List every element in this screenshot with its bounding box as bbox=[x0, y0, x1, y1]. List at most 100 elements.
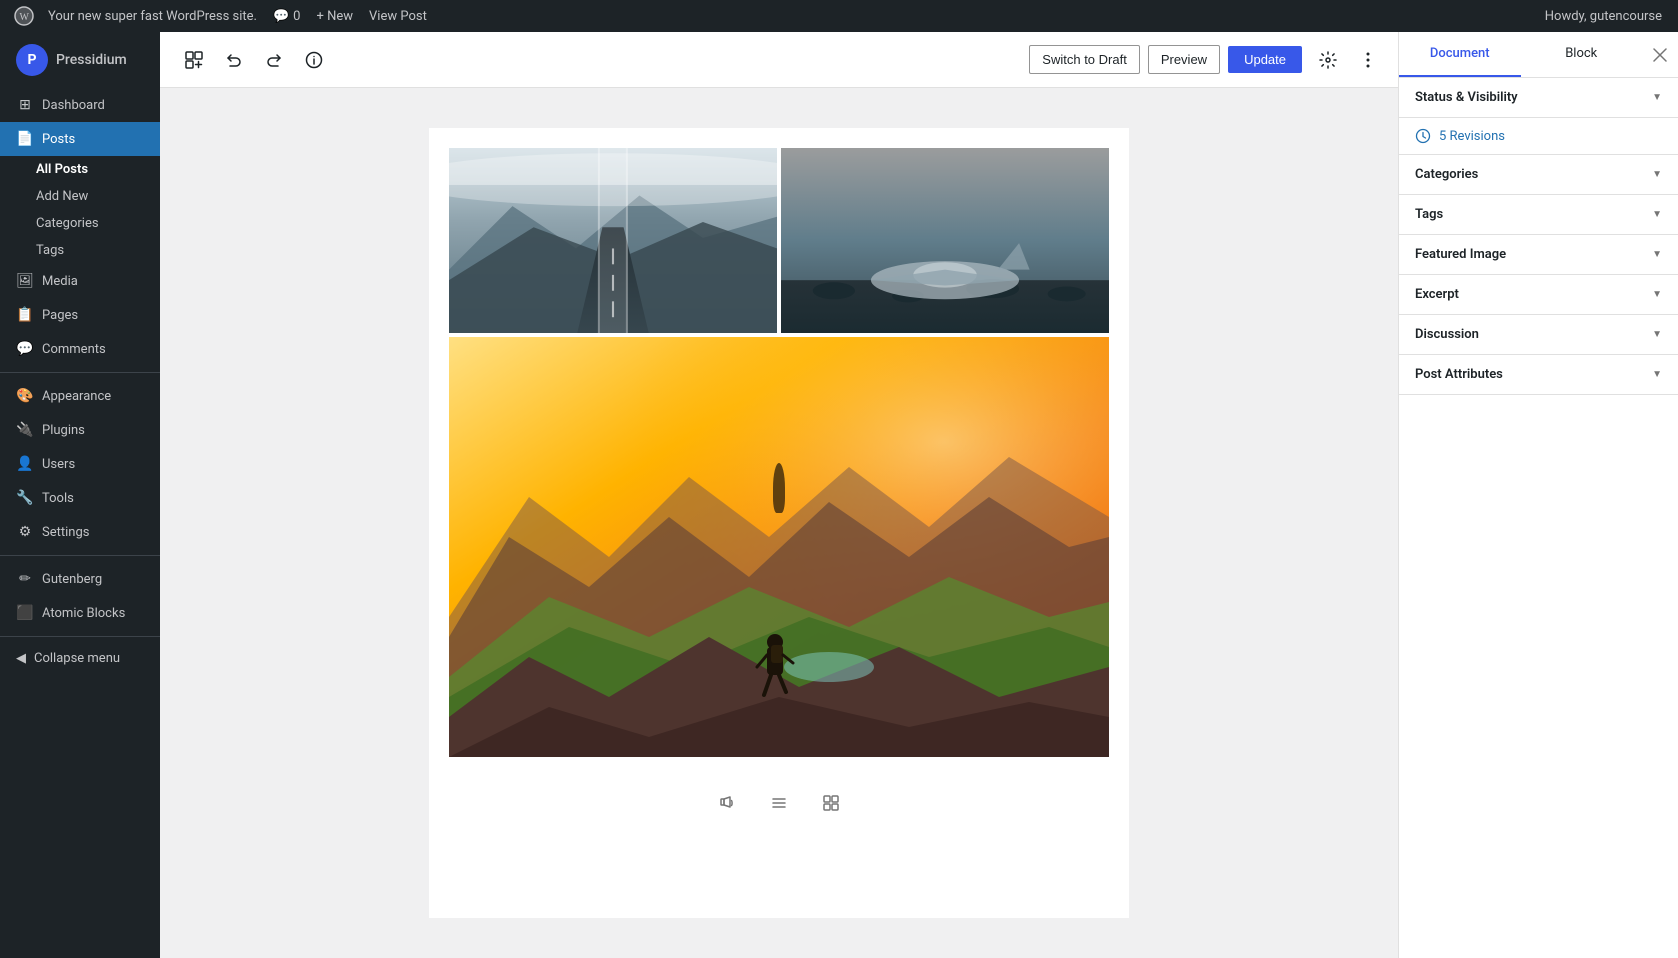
discussion-label: Discussion bbox=[1415, 327, 1479, 342]
gallery-bottom-bar bbox=[429, 767, 1129, 839]
sidebar-sub-all-posts[interactable]: All Posts bbox=[0, 156, 160, 183]
sidebar-sub-categories[interactable]: Categories bbox=[0, 210, 160, 237]
section-revisions: 5 Revisions bbox=[1399, 118, 1678, 155]
post-attributes-header[interactable]: Post Attributes ▼ bbox=[1399, 355, 1678, 394]
add-block-button[interactable] bbox=[176, 42, 212, 78]
featured-image-header[interactable]: Featured Image ▼ bbox=[1399, 235, 1678, 274]
tools-icon: 🔧 bbox=[16, 489, 34, 507]
sidebar-brand[interactable]: P Pressidium bbox=[0, 32, 160, 88]
dashboard-icon: ⊞ bbox=[16, 96, 34, 114]
sidebar-item-media[interactable]: 🖼 Media bbox=[0, 264, 160, 298]
sidebar-item-label: Pages bbox=[42, 308, 78, 323]
add-new-label: Add New bbox=[36, 189, 88, 204]
hiker-image-placeholder bbox=[449, 337, 1109, 757]
settings-button[interactable] bbox=[1310, 42, 1346, 78]
editor-toolbar: Switch to Draft Preview Update bbox=[160, 32, 1398, 88]
sidebar-item-gutenberg[interactable]: ✏ Gutenberg bbox=[0, 562, 160, 596]
update-button[interactable]: Update bbox=[1228, 46, 1302, 73]
posts-icon: 📄 bbox=[16, 130, 34, 148]
categories-header[interactable]: Categories ▼ bbox=[1399, 155, 1678, 194]
gallery-icon-button[interactable] bbox=[815, 787, 847, 819]
hiker-image-container bbox=[429, 333, 1129, 757]
howdy-text: Howdy, gutencourse bbox=[1545, 9, 1662, 24]
sidebar-item-settings[interactable]: ⚙ Settings bbox=[0, 515, 160, 549]
comment-icon: 💬 bbox=[273, 9, 289, 24]
sidebar-item-plugins[interactable]: 🔌 Plugins bbox=[0, 413, 160, 447]
preview-label: Preview bbox=[1161, 52, 1207, 67]
svg-text:W: W bbox=[20, 12, 30, 23]
status-visibility-header[interactable]: Status & Visibility ▼ bbox=[1399, 78, 1678, 117]
sidebar-item-label: Comments bbox=[42, 342, 106, 357]
adminbar-comments[interactable]: 💬 0 bbox=[265, 0, 309, 32]
close-panel-button[interactable] bbox=[1642, 37, 1678, 73]
post-attributes-label: Post Attributes bbox=[1415, 367, 1503, 382]
sidebar-item-label: Dashboard bbox=[42, 98, 105, 113]
document-tab-label: Document bbox=[1430, 46, 1490, 61]
excerpt-chevron-icon: ▼ bbox=[1652, 289, 1662, 300]
section-tags: Tags ▼ bbox=[1399, 195, 1678, 235]
sidebar-item-pages[interactable]: 📋 Pages bbox=[0, 298, 160, 332]
discussion-header[interactable]: Discussion ▼ bbox=[1399, 315, 1678, 354]
tags-label: Tags bbox=[1415, 207, 1443, 222]
switch-draft-button[interactable]: Switch to Draft bbox=[1029, 45, 1140, 74]
categories-label: Categories bbox=[36, 216, 99, 231]
collapse-menu-button[interactable]: ◀ Collapse menu bbox=[0, 643, 160, 674]
adminbar-view-post[interactable]: View Post bbox=[361, 0, 435, 32]
more-options-button[interactable] bbox=[1354, 42, 1382, 78]
sidebar-item-posts[interactable]: 📄 Posts bbox=[0, 122, 160, 156]
tab-block[interactable]: Block bbox=[1521, 32, 1643, 77]
adminbar-howdy: Howdy, gutencourse bbox=[1537, 9, 1670, 24]
redo-button[interactable] bbox=[256, 42, 292, 78]
audio-icon-button[interactable] bbox=[711, 787, 743, 819]
road-image-placeholder bbox=[449, 148, 777, 333]
adminbar-site-name[interactable]: Your new super fast WordPress site. bbox=[40, 0, 265, 32]
all-posts-label: All Posts bbox=[36, 162, 88, 177]
sidebar-sub-add-new[interactable]: Add New bbox=[0, 183, 160, 210]
sidebar-item-label: Atomic Blocks bbox=[42, 606, 125, 621]
wp-logo-icon[interactable]: W bbox=[8, 0, 40, 32]
sidebar: P Pressidium ⊞ Dashboard 📄 Posts All Pos… bbox=[0, 32, 160, 958]
tags-chevron-icon: ▼ bbox=[1652, 209, 1662, 220]
pages-icon: 📋 bbox=[16, 306, 34, 324]
gallery-image-road bbox=[449, 148, 777, 333]
editor-content[interactable] bbox=[160, 88, 1398, 958]
comments-icon: 💬 bbox=[16, 340, 34, 358]
undo-button[interactable] bbox=[216, 42, 252, 78]
excerpt-header[interactable]: Excerpt ▼ bbox=[1399, 275, 1678, 314]
sidebar-item-users[interactable]: 👤 Users bbox=[0, 447, 160, 481]
sidebar-item-label: Posts bbox=[42, 132, 75, 147]
sidebar-item-appearance[interactable]: 🎨 Appearance bbox=[0, 379, 160, 413]
gallery-grid bbox=[429, 148, 1129, 333]
site-name-text: Your new super fast WordPress site. bbox=[48, 9, 257, 24]
gallery-image-plane bbox=[781, 148, 1109, 333]
preview-button[interactable]: Preview bbox=[1148, 45, 1220, 74]
categories-chevron-icon: ▼ bbox=[1652, 169, 1662, 180]
new-label: + New bbox=[316, 9, 353, 24]
sidebar-item-atomic-blocks[interactable]: ⬛ Atomic Blocks bbox=[0, 596, 160, 630]
right-panel-scroll[interactable]: Status & Visibility ▼ 5 Revisions Catego… bbox=[1399, 78, 1678, 958]
info-button[interactable] bbox=[296, 42, 332, 78]
post-attributes-chevron-icon: ▼ bbox=[1652, 369, 1662, 380]
tab-document[interactable]: Document bbox=[1399, 32, 1521, 77]
list-icon-button[interactable] bbox=[763, 787, 795, 819]
adminbar-new[interactable]: + New bbox=[308, 0, 361, 32]
tags-label: Tags bbox=[36, 243, 64, 258]
sidebar-item-label: Appearance bbox=[42, 389, 111, 404]
sidebar-item-dashboard[interactable]: ⊞ Dashboard bbox=[0, 88, 160, 122]
sidebar-item-comments[interactable]: 💬 Comments bbox=[0, 332, 160, 366]
section-categories: Categories ▼ bbox=[1399, 155, 1678, 195]
tags-header[interactable]: Tags ▼ bbox=[1399, 195, 1678, 234]
right-panel-header: Document Block bbox=[1399, 32, 1678, 78]
view-post-label: View Post bbox=[369, 9, 427, 24]
sidebar-sub-tags[interactable]: Tags bbox=[0, 237, 160, 264]
block-tab-label: Block bbox=[1565, 46, 1597, 61]
media-icon: 🖼 bbox=[16, 272, 34, 290]
plane-image-placeholder bbox=[781, 148, 1109, 333]
revisions-row[interactable]: 5 Revisions bbox=[1399, 118, 1678, 154]
sidebar-item-label: Gutenberg bbox=[42, 572, 102, 587]
status-chevron-icon: ▼ bbox=[1652, 92, 1662, 103]
sidebar-item-tools[interactable]: 🔧 Tools bbox=[0, 481, 160, 515]
excerpt-label: Excerpt bbox=[1415, 287, 1459, 302]
update-label: Update bbox=[1244, 52, 1286, 67]
settings-icon: ⚙ bbox=[16, 523, 34, 541]
